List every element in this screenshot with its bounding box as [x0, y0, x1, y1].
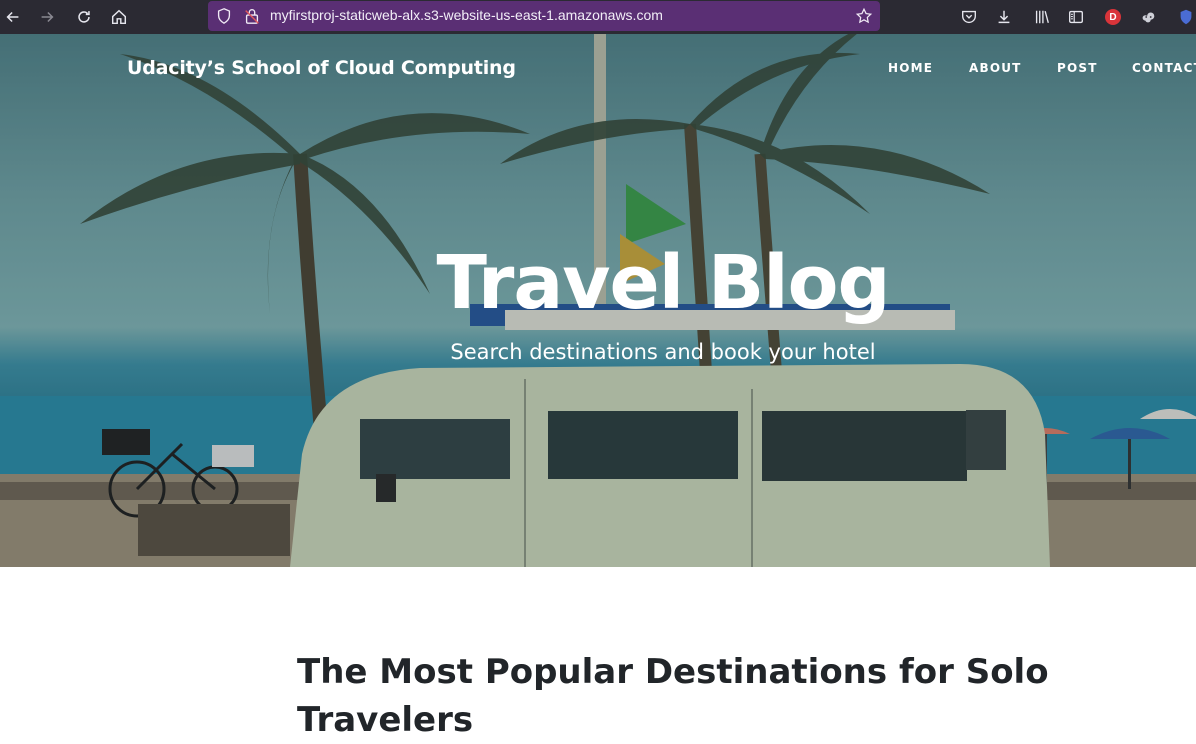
forward-button[interactable] [34, 4, 60, 30]
arrow-left-icon [6, 11, 19, 23]
profile-avatar[interactable]: D [1101, 4, 1125, 30]
hero-subtitle: Search destinations and book your hotel [450, 340, 876, 364]
insecure-lock-icon[interactable] [242, 6, 262, 26]
downloads-icon[interactable] [992, 4, 1016, 30]
browser-toolbar: myfirstproj-staticweb-alx.s3-website-us-… [0, 0, 1196, 34]
bookmark-star-icon[interactable] [854, 6, 874, 26]
nav-about[interactable]: ABOUT [969, 61, 1022, 75]
shield-icon[interactable] [214, 6, 234, 26]
post-title[interactable]: The Most Popular Destinations for Solo T… [297, 648, 1077, 744]
library-icon[interactable] [1030, 4, 1054, 30]
arrow-right-icon [41, 11, 54, 23]
reload-button[interactable] [71, 4, 97, 30]
site-brand[interactable]: Udacity’s School of Cloud Computing [127, 57, 516, 79]
nav-contact[interactable]: CONTACT [1132, 61, 1196, 75]
home-icon [111, 9, 127, 25]
reload-icon [78, 11, 90, 23]
nav-post[interactable]: POST [1057, 61, 1098, 75]
pocket-icon[interactable] [957, 4, 981, 30]
back-button[interactable] [0, 4, 26, 30]
extension-icon[interactable] [1136, 4, 1160, 30]
address-bar[interactable]: myfirstproj-staticweb-alx.s3-website-us-… [208, 1, 880, 31]
hero-title: Travel Blog [436, 240, 891, 326]
url-text[interactable]: myfirstproj-staticweb-alx.s3-website-us-… [270, 7, 663, 23]
hero-banner: Udacity’s School of Cloud Computing HOME… [0, 34, 1196, 567]
sidebar-icon[interactable] [1064, 4, 1088, 30]
home-button[interactable] [106, 4, 132, 30]
nav-home[interactable]: HOME [888, 61, 933, 75]
shield-extension-icon[interactable] [1174, 4, 1196, 30]
